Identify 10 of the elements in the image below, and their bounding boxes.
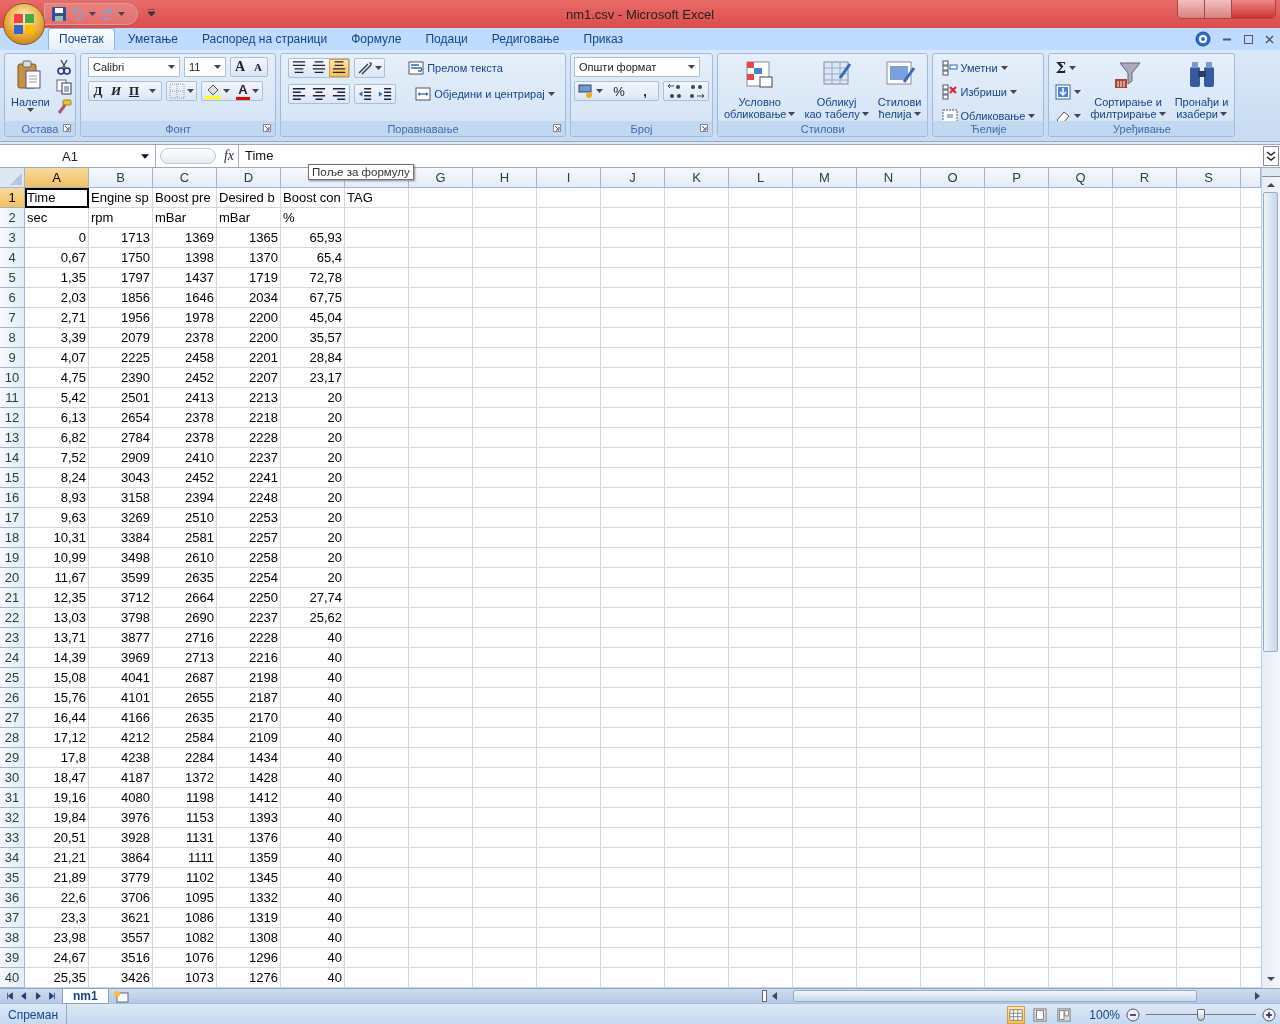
group-title: Поравнавање xyxy=(387,122,459,135)
window-title: nm1.csv - Microsoft Excel xyxy=(565,6,715,22)
group-title: Стилови xyxy=(800,122,845,135)
group-title: Број xyxy=(630,122,653,135)
group-title: Ћелије xyxy=(970,122,1007,135)
tooltip: Поље за формулу xyxy=(308,164,414,180)
group-title: Остава xyxy=(21,122,59,135)
group-title: Уређивање xyxy=(1113,122,1171,135)
group-title: Фонт xyxy=(165,122,191,135)
status-text: Спреман xyxy=(0,1004,68,1024)
